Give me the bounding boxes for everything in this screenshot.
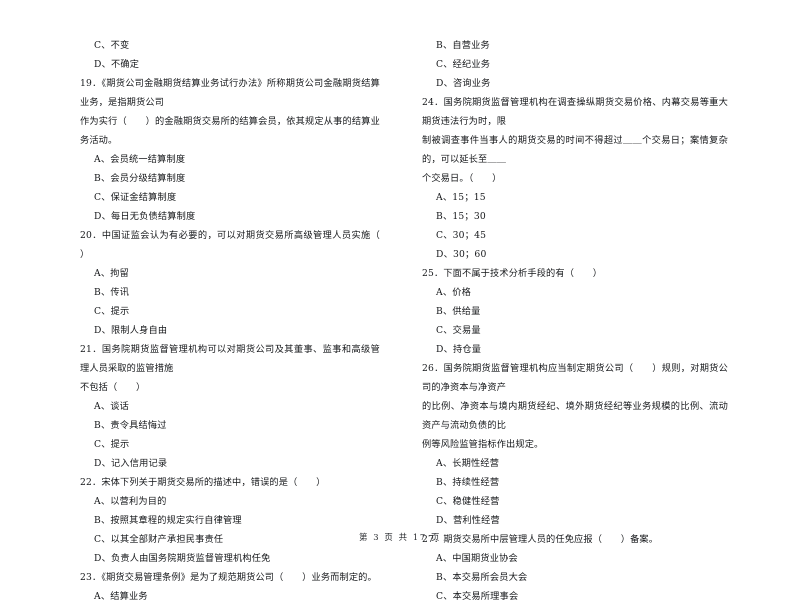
orphan-options-right: B、自营业务 C、经纪业务 D、咨询业务 bbox=[422, 36, 728, 93]
option-item: A、15；15 bbox=[436, 192, 486, 203]
option-item: A、中国期货业协会 bbox=[436, 553, 518, 564]
question-21: 21．国务院期货监督管理机构可以对期货公司及其董事、监事和高级管理人员采取的监管… bbox=[80, 340, 380, 473]
option-item: D、30；60 bbox=[436, 249, 487, 260]
option-item: C、保证金结算制度 bbox=[94, 192, 177, 203]
question-stem-line: 个交易日。（ ） bbox=[422, 173, 502, 184]
option-item: B、传讯 bbox=[94, 287, 130, 298]
question-stem-line: 24．国务院期货监督管理机构在调查操纵期货交易价格、内幕交易等重大期货违法行为时… bbox=[422, 97, 728, 127]
exam-page: C、不变 D、不确定 19．《期货公司金融期货结算业务试行办法》所称期货公司金融… bbox=[0, 0, 800, 602]
option-item: C、经纪业务 bbox=[436, 59, 491, 70]
option-item: B、按照其章程的规定实行自律管理 bbox=[94, 515, 242, 526]
option-item: D、每日无负债结算制度 bbox=[94, 211, 196, 222]
option-item: A、长期性经营 bbox=[436, 458, 500, 469]
option-item: B、会员分级结算制度 bbox=[94, 173, 186, 184]
option-item: C、提示 bbox=[94, 439, 130, 450]
option-item: B、本交易所会员大会 bbox=[436, 572, 528, 583]
option-item: C、30；45 bbox=[436, 230, 487, 241]
option-item: D、营利性经营 bbox=[436, 515, 500, 526]
question-stem-line: 19．《期货公司金融期货结算业务试行办法》所称期货公司金融期货结算业务，是指期货… bbox=[80, 78, 380, 108]
question-22: 22．宋体下列关于期货交易所的描述中，错误的是（ ） A、以营利为目的 B、按照… bbox=[80, 473, 380, 568]
orphan-options-left: C、不变 D、不确定 bbox=[80, 36, 380, 74]
option-item: A、谈话 bbox=[94, 401, 129, 412]
question-stem-line: 21．国务院期货监督管理机构可以对期货公司及其董事、监事和高级管理人员采取的监管… bbox=[80, 344, 380, 374]
option-item: C、提示 bbox=[94, 306, 130, 317]
question-stem-line: 22．宋体下列关于期货交易所的描述中，错误的是（ ） bbox=[80, 477, 326, 488]
left-column: C、不变 D、不确定 19．《期货公司金融期货结算业务试行办法》所称期货公司金融… bbox=[80, 36, 399, 606]
question-stem-line: 制被调查事件当事人的期货交易的时间不得超过＿＿个交易日；案情复杂的，可以延长至＿… bbox=[422, 135, 728, 165]
question-stem-line: 26．国务院期货监督管理机构应当制定期货公司（ ）规则，对期货公司的净资本与净资… bbox=[422, 363, 728, 393]
question-stem-line: 23．《期货交易管理条例》是为了规范期货公司（ ）业务而制定的。 bbox=[80, 572, 377, 583]
option-item: C、本交易所理事会 bbox=[436, 591, 519, 602]
option-item: D、限制人身自由 bbox=[94, 325, 168, 336]
option-item: B、持续性经营 bbox=[436, 477, 500, 488]
option-item: A、以营利为目的 bbox=[94, 496, 167, 507]
question-23: 23．《期货交易管理条例》是为了规范期货公司（ ）业务而制定的。 A、结算业务 bbox=[80, 568, 380, 606]
option-item: C、交易量 bbox=[436, 325, 481, 336]
question-26: 26．国务院期货监督管理机构应当制定期货公司（ ）规则，对期货公司的净资本与净资… bbox=[422, 359, 728, 530]
question-25: 25．下面不属于技术分析手段的有（ ） A、价格 B、供给量 C、交易量 D、持… bbox=[422, 264, 728, 359]
option-item: D、负责人由国务院期货监督管理机构任免 bbox=[94, 553, 271, 564]
option-item: B、责令具结悔过 bbox=[94, 420, 167, 431]
question-19: 19．《期货公司金融期货结算业务试行办法》所称期货公司金融期货结算业务，是指期货… bbox=[80, 74, 380, 226]
question-stem-line: 作为实行（ ）的金融期货交易所的结算会员，依其规定从事的结算业务活动。 bbox=[80, 116, 380, 146]
question-stem-line: 25．下面不属于技术分析手段的有（ ） bbox=[422, 268, 603, 279]
question-stem-line: 的比例、净资本与境内期货经纪、境外期货经纪等业务规模的比例、流动资产与流动负债的… bbox=[422, 401, 728, 431]
option-item: B、自营业务 bbox=[436, 40, 490, 51]
option-item: D、不确定 bbox=[94, 59, 140, 70]
option-item: D、记入信用记录 bbox=[94, 458, 168, 469]
question-stem-line: 20．中国证监会认为有必要的，可以对期货交易所高级管理人员实施（ ） bbox=[80, 230, 399, 260]
option-item: C、稳健性经营 bbox=[436, 496, 500, 507]
option-item: B、供给量 bbox=[436, 306, 481, 317]
two-column-body: C、不变 D、不确定 19．《期货公司金融期货结算业务试行办法》所称期货公司金融… bbox=[80, 36, 728, 602]
page-footer: 第 3 页 共 17 页 bbox=[359, 532, 441, 542]
question-24: 24．国务院期货监督管理机构在调查操纵期货交易价格、内幕交易等重大期货违法行为时… bbox=[422, 93, 728, 264]
option-item: A、价格 bbox=[436, 287, 471, 298]
question-stem-line: 例等风险监管指标作出规定。 bbox=[422, 439, 544, 450]
option-item: A、结算业务 bbox=[94, 591, 148, 602]
question-20: 20．中国证监会认为有必要的，可以对期货交易所高级管理人员实施（ ） A、拘留 … bbox=[80, 226, 399, 340]
option-item: C、不变 bbox=[94, 40, 130, 51]
option-item: A、拘留 bbox=[94, 268, 129, 279]
option-item: B、15；30 bbox=[436, 211, 486, 222]
option-item: D、咨询业务 bbox=[436, 78, 491, 89]
right-column: B、自营业务 C、经纪业务 D、咨询业务 24．国务院期货监督管理机构在调查操纵… bbox=[422, 36, 728, 606]
option-item: D、持仓量 bbox=[436, 344, 482, 355]
question-stem-line: 不包括（ ） bbox=[80, 382, 146, 393]
option-item: A、会员统一结算制度 bbox=[94, 154, 186, 165]
